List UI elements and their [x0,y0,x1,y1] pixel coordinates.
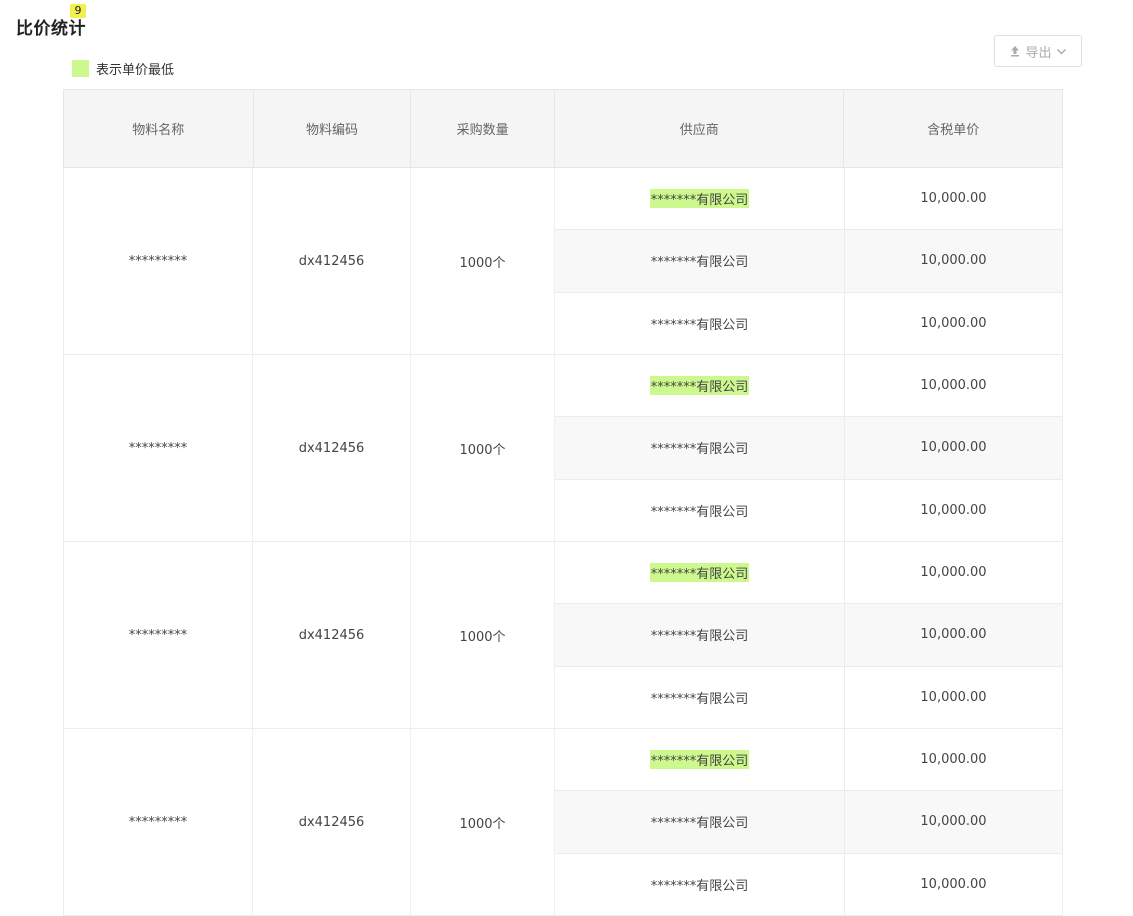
cell-supplier: *******有限公司 [555,479,845,541]
supplier-name: *******有限公司 [650,629,749,645]
table-row: *******有限公司 10,000.00 [555,230,1063,293]
cell-unit-price: 10,000.00 [845,604,1063,666]
cell-supplier: *******有限公司 [555,791,845,853]
table-row: *******有限公司 10,000.00 [555,542,1063,605]
table-row: *******有限公司 10,000.00 [555,417,1063,480]
cell-unit-price: 10,000.00 [845,853,1063,915]
table-row: *******有限公司 10,000.00 [555,355,1063,418]
cell-supplier: *******有限公司 [555,168,845,230]
cell-supplier: *******有限公司 [555,292,845,354]
cell-unit-price: 10,000.00 [845,666,1063,728]
table-row: *******有限公司 10,000.00 [555,791,1063,854]
supplier-name-lowest: *******有限公司 [649,376,750,396]
header-material-name: 物料名称 [64,90,254,167]
cell-supplier: *******有限公司 [555,542,845,604]
cell-quantity: 1000个 [411,542,555,728]
table-row: *******有限公司 10,000.00 [555,168,1063,231]
supplier-rows: *******有限公司 10,000.00 *******有限公司 10,000.00… [555,355,1063,541]
supplier-name: *******有限公司 [650,442,749,458]
table-row: *******有限公司 10,000.00 [555,666,1063,728]
supplier-name: *******有限公司 [650,816,749,832]
table-row-group: ********* dx412456 1000个 *******有限公司 10,000.… [63,168,1063,355]
export-button[interactable]: 导出 [994,35,1082,67]
price-comparison-table: 物料名称 物料编码 采购数量 供应商 含税单价 ********* dx41245… [63,89,1063,916]
supplier-rows: *******有限公司 10,000.00 *******有限公司 10,000.00… [555,542,1063,728]
cell-material-name: ********* [63,542,253,728]
cell-quantity: 1000个 [411,168,555,354]
cell-material-code: dx412456 [253,729,411,915]
cell-unit-price: 10,000.00 [845,355,1063,417]
supplier-name-lowest: *******有限公司 [649,189,750,209]
legend: 表示单价最低 [72,59,174,78]
title-badge: 9 [70,4,86,18]
supplier-name: *******有限公司 [650,878,749,894]
cell-material-code: dx412456 [253,355,411,541]
cell-material-code: dx412456 [253,542,411,728]
header-quantity: 采购数量 [411,90,556,167]
supplier-name: *******有限公司 [650,691,749,707]
export-label: 导出 [1025,45,1052,61]
cell-material-name: ********* [63,168,253,354]
cell-supplier: *******有限公司 [555,417,845,479]
header-material-code: 物料编码 [254,90,412,167]
table-row: *******有限公司 10,000.00 [555,729,1063,792]
cell-supplier: *******有限公司 [555,230,845,292]
cell-quantity: 1000个 [411,355,555,541]
supplier-name-lowest: *******有限公司 [649,750,750,770]
cell-unit-price: 10,000.00 [845,542,1063,604]
supplier-name: *******有限公司 [650,504,749,520]
table-header: 物料名称 物料编码 采购数量 供应商 含税单价 [63,89,1063,168]
cell-unit-price: 10,000.00 [845,230,1063,292]
cell-quantity: 1000个 [411,729,555,915]
table-row: *******有限公司 10,000.00 [555,479,1063,541]
legend-label: 表示单价最低 [96,63,175,78]
table-row: *******有限公司 10,000.00 [555,292,1063,354]
cell-unit-price: 10,000.00 [845,292,1063,354]
cell-material-name: ********* [63,355,253,541]
cell-material-name: ********* [63,729,253,915]
cell-unit-price: 10,000.00 [845,168,1063,230]
legend-swatch [72,60,89,77]
table-row-group: ********* dx412456 1000个 *******有限公司 10,000.… [63,355,1063,542]
cell-unit-price: 10,000.00 [845,479,1063,541]
table-row: *******有限公司 10,000.00 [555,853,1063,915]
cell-supplier: *******有限公司 [555,666,845,728]
cell-supplier: *******有限公司 [555,604,845,666]
table-row-group: ********* dx412456 1000个 *******有限公司 10,000.… [63,729,1063,916]
upload-icon [1009,45,1021,57]
cell-unit-price: 10,000.00 [845,729,1063,791]
supplier-name: *******有限公司 [650,317,749,333]
cell-supplier: *******有限公司 [555,355,845,417]
supplier-name: *******有限公司 [650,255,749,271]
chevron-down-icon [1056,46,1067,57]
table-row: *******有限公司 10,000.00 [555,604,1063,667]
header-supplier: 供应商 [555,90,845,167]
cell-unit-price: 10,000.00 [845,417,1063,479]
table-body: ********* dx412456 1000个 *******有限公司 10,000.… [63,168,1063,916]
cell-material-code: dx412456 [253,168,411,354]
cell-unit-price: 10,000.00 [845,791,1063,853]
cell-supplier: *******有限公司 [555,853,845,915]
header-unit-price: 含税单价 [927,123,980,138]
supplier-rows: *******有限公司 10,000.00 *******有限公司 10,000.00… [555,168,1063,354]
table-row-group: ********* dx412456 1000个 *******有限公司 10,000.… [63,542,1063,729]
supplier-rows: *******有限公司 10,000.00 *******有限公司 10,000.00… [555,729,1063,915]
cell-supplier: *******有限公司 [555,729,845,791]
supplier-name-lowest: *******有限公司 [649,563,750,583]
